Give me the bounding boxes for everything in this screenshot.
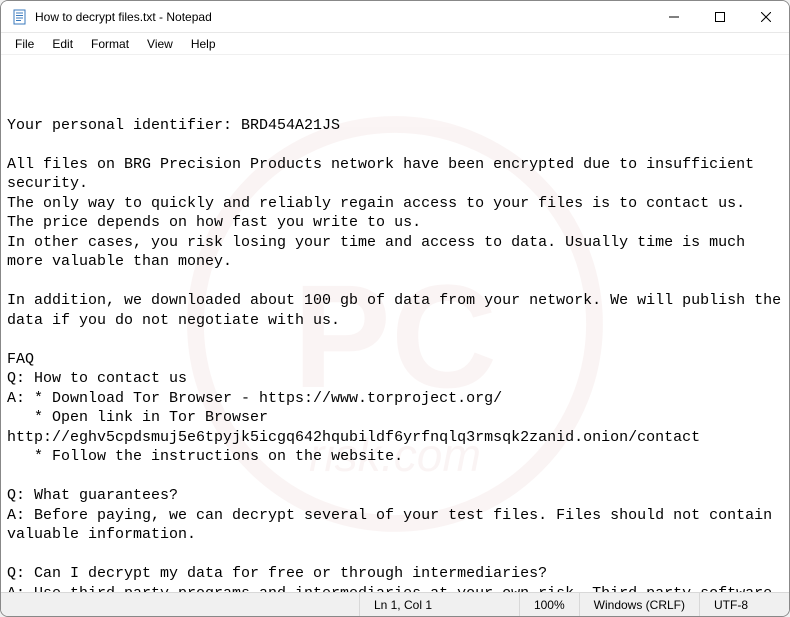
- text-editor[interactable]: PC risk.com Your personal identifier: BR…: [1, 55, 789, 592]
- close-button[interactable]: [743, 1, 789, 32]
- notepad-icon: [11, 8, 29, 26]
- menu-format[interactable]: Format: [83, 35, 137, 53]
- menubar: File Edit Format View Help: [1, 33, 789, 55]
- status-zoom[interactable]: 100%: [519, 593, 579, 616]
- menu-view[interactable]: View: [139, 35, 181, 53]
- status-cursor: Ln 1, Col 1: [359, 593, 519, 616]
- status-encoding: UTF-8: [699, 593, 789, 616]
- statusbar: Ln 1, Col 1 100% Windows (CRLF) UTF-8: [1, 592, 789, 616]
- minimize-button[interactable]: [651, 1, 697, 32]
- document-text: Your personal identifier: BRD454A21JS Al…: [7, 116, 783, 593]
- menu-help[interactable]: Help: [183, 35, 224, 53]
- menu-edit[interactable]: Edit: [44, 35, 81, 53]
- window-title: How to decrypt files.txt - Notepad: [35, 10, 212, 24]
- status-lineending: Windows (CRLF): [579, 593, 699, 616]
- window-controls: [651, 1, 789, 32]
- menu-file[interactable]: File: [7, 35, 42, 53]
- notepad-window: How to decrypt files.txt - Notepad File …: [0, 0, 790, 617]
- titlebar[interactable]: How to decrypt files.txt - Notepad: [1, 1, 789, 33]
- maximize-button[interactable]: [697, 1, 743, 32]
